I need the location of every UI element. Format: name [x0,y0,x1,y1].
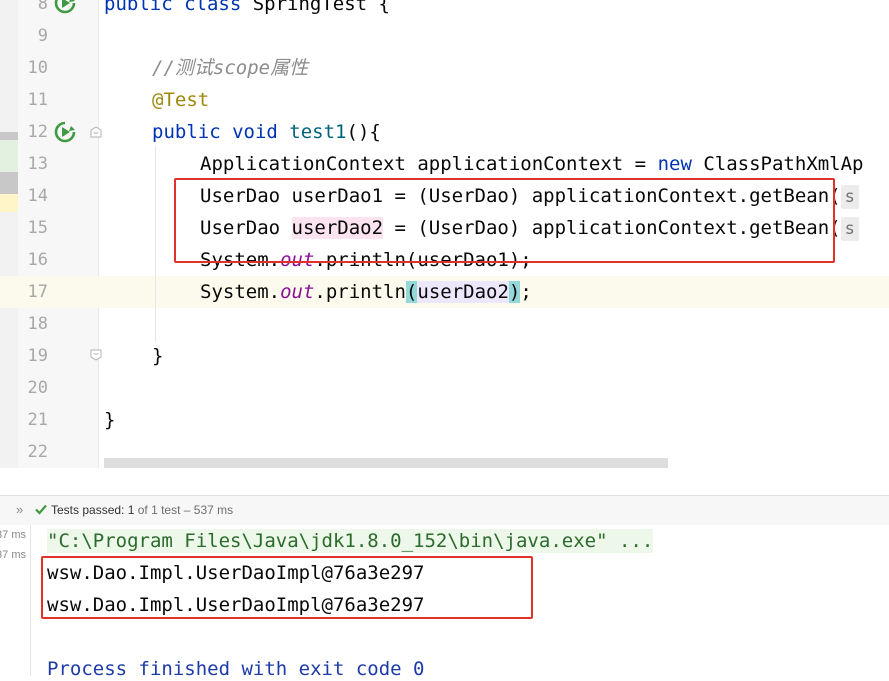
code-line[interactable]: 13 ApplicationContext applicationContext… [0,148,889,180]
code-text: System.out.println(userDao2); [200,281,532,303]
code-line[interactable]: 21 } [0,404,889,436]
code-text: } [104,409,116,431]
code-line[interactable]: 8 public class SpringTest { [0,0,889,20]
paren-match: ) [508,281,521,303]
line-number: 14 [27,186,48,206]
line-number: 15 [27,218,48,238]
code-text: public void test1(){ [152,121,381,143]
code-line[interactable]: 11 @Test [0,84,889,116]
line-number: 18 [27,314,48,334]
line-number: 22 [27,442,48,462]
paren-match: ( [405,281,418,303]
run-test-icon[interactable] [54,121,76,143]
horizontal-scrollbar[interactable] [104,458,668,468]
console-command-line: "C:\Program Files\Java\jdk1.8.0_152\bin\… [47,529,654,553]
code-editor[interactable]: 8 public class SpringTest { 9 10 //测试sco… [0,0,889,468]
line-number: 21 [27,410,48,430]
parameter-hint: s [840,217,859,241]
run-class-icon[interactable] [54,0,76,14]
code-line-current[interactable]: 17 System.out.println(userDao2); [0,276,889,308]
test-duration: 537 ms [0,529,26,541]
line-number: 17 [27,282,48,302]
code-text: public class SpringTest { [104,0,390,15]
highlight-box-code [174,178,835,263]
code-line[interactable]: 10 //测试scope属性 [0,52,889,84]
line-number: 11 [27,90,48,110]
highlight-box-output [41,556,533,619]
check-icon [35,504,47,515]
line-number: 20 [27,378,48,398]
code-line[interactable]: 9 [0,20,889,52]
code-line[interactable]: 20 [0,372,889,404]
line-number: 8 [37,0,48,14]
parameter-hint: s [840,185,859,209]
code-text: } [152,345,164,367]
code-line[interactable]: 19 } [0,340,889,372]
code-text: ApplicationContext applicationContext = … [200,153,864,175]
console-exit-line: Process finished with exit code 0 [47,658,425,680]
run-console[interactable]: 537 ms 537 ms "C:\Program Files\Java\jdk… [0,525,889,680]
fold-icon[interactable] [90,126,102,138]
line-number: 16 [27,250,48,270]
line-number: 9 [37,26,48,46]
line-number: 13 [27,154,48,174]
code-annotation: @Test [152,89,210,111]
line-number: 19 [27,346,48,366]
code-line[interactable]: 12 public void test1(){ [0,116,889,148]
line-number: 10 [27,58,48,78]
tests-passed-summary: Tests passed: 1 of 1 test – 537 ms [51,503,234,517]
test-duration: 537 ms [0,549,26,561]
indent-guide [155,146,156,342]
test-results-bar: » Tests passed: 1 of 1 test – 537 ms [0,495,889,526]
code-line[interactable]: 18 [0,308,889,340]
line-number: 12 [27,122,48,142]
variable-highlight: userDao2 [417,281,509,303]
code-comment: //测试scope属性 [152,57,309,79]
test-tree-panel[interactable]: 537 ms 537 ms [0,525,31,676]
expand-chevron-icon[interactable]: » [16,502,23,517]
fold-end-icon[interactable] [90,349,102,361]
